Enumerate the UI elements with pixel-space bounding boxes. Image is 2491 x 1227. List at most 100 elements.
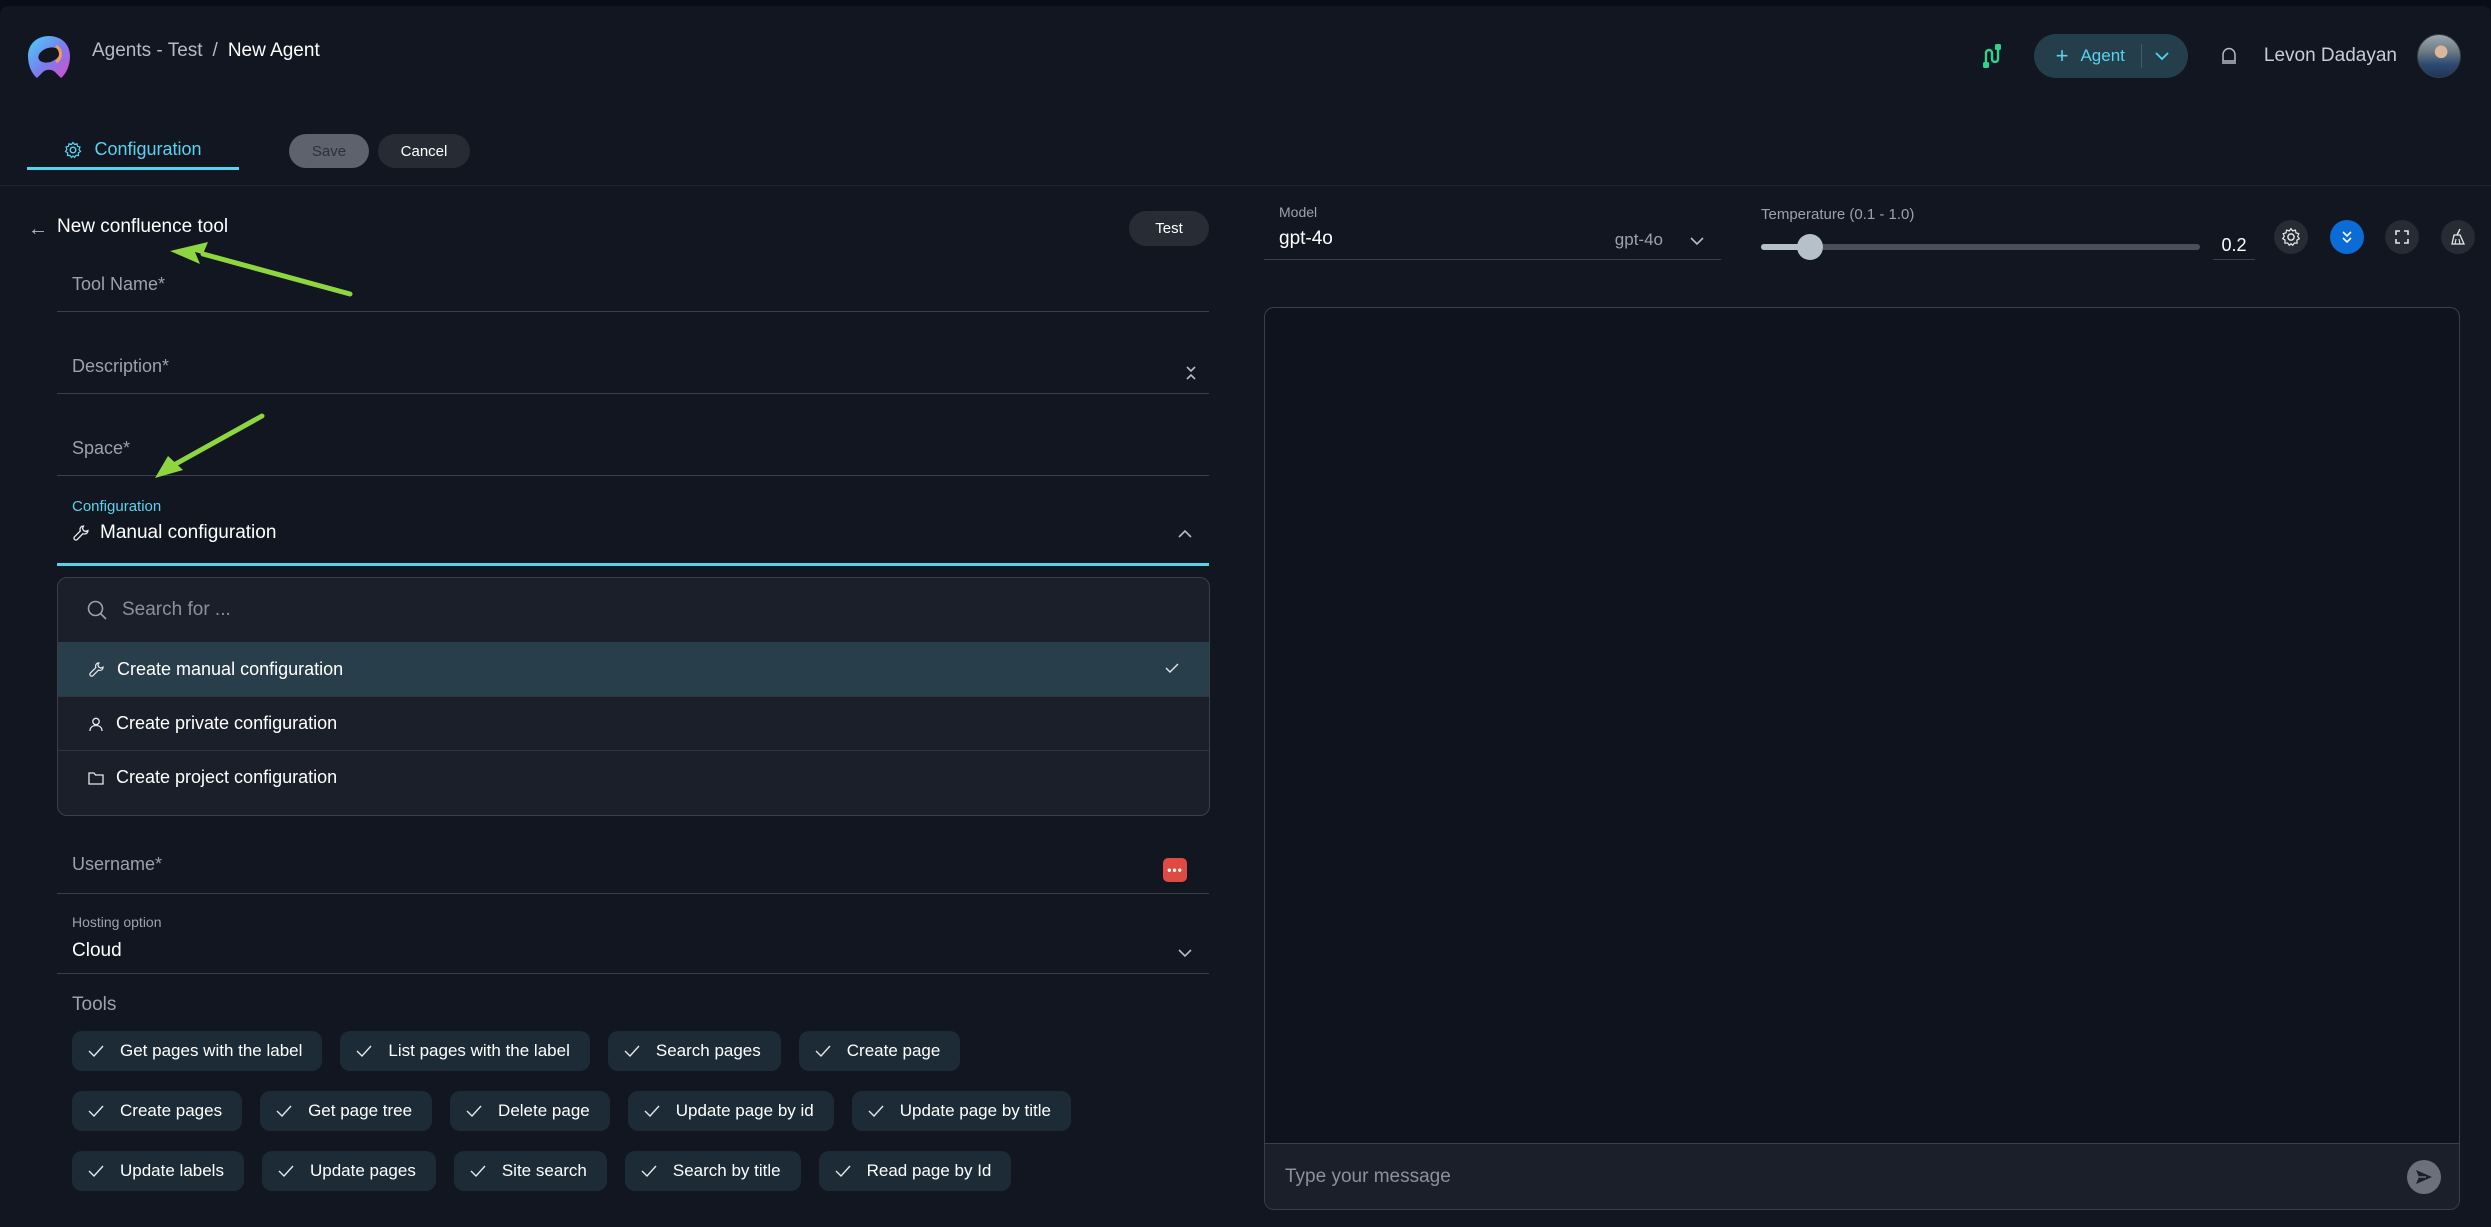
fullscreen-icon	[2395, 230, 2409, 244]
dropdown-search-placeholder: Search for ...	[122, 599, 231, 620]
tool-name-field[interactable]: Tool Name*	[57, 262, 1209, 312]
description-field[interactable]: Description*	[57, 342, 1209, 394]
temperature-value-input[interactable]: 0.2	[2213, 230, 2255, 260]
chat-messages-area	[1264, 307, 2460, 1210]
tool-chip-label: Search by title	[672, 1161, 781, 1180]
app-logo-icon[interactable]	[26, 34, 72, 80]
settings-button[interactable]	[2274, 220, 2308, 254]
save-button[interactable]: Save	[289, 134, 369, 168]
check-icon	[470, 1165, 486, 1178]
tool-chip-label: Update page by title	[899, 1101, 1051, 1120]
tool-chip[interactable]: Delete page	[450, 1091, 610, 1131]
dropdown-option-project[interactable]: Create project configuration	[58, 750, 1209, 804]
dropdown-option-manual[interactable]: Create manual configuration	[58, 642, 1209, 696]
chevron-down-icon[interactable]	[1177, 948, 1193, 958]
option-label: Create manual configuration	[117, 658, 344, 679]
broom-icon	[2451, 228, 2466, 245]
temperature-slider[interactable]	[1761, 234, 2200, 260]
user-avatar[interactable]	[2417, 34, 2461, 78]
check-icon	[88, 1045, 104, 1058]
tool-chip-label: Get pages with the label	[120, 1041, 303, 1060]
notifications-bell-icon[interactable]	[2218, 45, 2240, 67]
search-icon	[87, 600, 107, 620]
send-button[interactable]	[2407, 1160, 2441, 1194]
temperature-label: Temperature (0.1 - 1.0)	[1761, 206, 1915, 223]
split-divider	[2140, 44, 2142, 68]
configuration-select[interactable]: Configuration Manual configuration	[57, 492, 1209, 566]
message-composer	[1265, 1143, 2459, 1209]
check-icon	[644, 1105, 660, 1118]
dropdown-search[interactable]: Search for ...	[58, 578, 1209, 642]
breadcrumb-separator: /	[212, 40, 218, 61]
gear-icon	[2281, 227, 2301, 247]
model-option: gpt-4o	[1614, 230, 1663, 249]
check-icon	[868, 1105, 884, 1118]
tool-chip[interactable]: Site search	[453, 1151, 607, 1191]
plus-icon: +	[2055, 43, 2069, 68]
chevron-down-icon[interactable]	[2154, 51, 2170, 61]
cancel-button[interactable]: Cancel	[378, 134, 470, 168]
check-icon	[835, 1165, 851, 1178]
chevrons-down-icon	[2342, 231, 2352, 244]
password-manager-icon[interactable]: •••	[1163, 858, 1187, 882]
tool-chip[interactable]: Update page by title	[851, 1091, 1071, 1131]
user-icon	[89, 717, 103, 731]
tab-bar: Configuration Save Cancel	[0, 102, 2491, 186]
message-input[interactable]	[1285, 1165, 2385, 1188]
clear-chat-button[interactable]	[2441, 220, 2475, 254]
description-label: Description*	[72, 356, 170, 376]
tool-chip-label: Update labels	[120, 1161, 224, 1180]
integrations-plug-icon[interactable]	[1980, 43, 2006, 69]
tool-chip[interactable]: Get page tree	[260, 1091, 433, 1131]
tool-chip[interactable]: Update page by id	[627, 1091, 834, 1131]
tool-chip[interactable]: Update pages	[261, 1151, 436, 1191]
breadcrumb-parent-link[interactable]: Agents - Test	[92, 40, 203, 62]
model-select[interactable]: Model gpt-4o gpt-4o	[1264, 202, 1721, 260]
check-icon	[1165, 663, 1179, 673]
tool-chip[interactable]: Search by title	[624, 1151, 801, 1191]
scroll-to-bottom-button[interactable]	[2330, 220, 2364, 254]
check-icon	[356, 1045, 372, 1058]
tab-configuration[interactable]: Configuration	[27, 132, 239, 170]
hosting-option-value: Cloud	[72, 940, 122, 961]
dropdown-option-private[interactable]: Create private configuration	[58, 696, 1209, 750]
tools-chip-row: Get pages with the label List pages with …	[72, 1031, 1212, 1071]
space-label: Space*	[72, 438, 131, 458]
tool-chip[interactable]: Search pages	[607, 1031, 781, 1071]
tools-chip-row: Update labels Update pages Site search Sear…	[72, 1151, 1212, 1191]
tool-chip[interactable]: Update labels	[72, 1151, 244, 1191]
option-label: Create project configuration	[116, 767, 338, 787]
configuration-value-text: Manual configuration	[100, 522, 277, 543]
tool-chip-label: List pages with the label	[388, 1041, 570, 1060]
tools-chip-list: Get pages with the label List pages with …	[72, 1031, 1212, 1211]
tool-chip[interactable]: Create page	[798, 1031, 961, 1071]
username-field[interactable]: Username* •••	[57, 838, 1209, 894]
test-button[interactable]: Test	[1129, 211, 1209, 246]
model-label: Model	[1279, 204, 1318, 220]
header-actions: + Agent Levon Dadayan	[1980, 31, 2461, 81]
tool-chip[interactable]: List pages with the label	[340, 1031, 590, 1071]
check-icon	[466, 1105, 482, 1118]
check-icon	[276, 1105, 292, 1118]
temperature-slider-thumb[interactable]	[1796, 234, 1823, 260]
breadcrumb: Agents - Test / New Agent	[92, 40, 320, 62]
chevron-down-icon[interactable]	[1689, 236, 1705, 246]
add-agent-button[interactable]: + Agent	[2033, 34, 2188, 78]
back-arrow-icon[interactable]: ←	[28, 218, 48, 241]
user-name[interactable]: Levon Dadayan	[2264, 45, 2397, 67]
wrench-icon	[73, 525, 89, 541]
tool-chip-label: Search pages	[655, 1041, 761, 1060]
tool-chip[interactable]: Read page by Id	[818, 1151, 1012, 1191]
app-window: Agents - Test / New Agent + Agent Levon …	[0, 6, 2491, 1227]
tool-chip[interactable]: Get pages with the label	[72, 1031, 323, 1071]
hosting-option-select[interactable]: Hosting option Cloud	[57, 906, 1209, 974]
tool-chip[interactable]: Create pages	[72, 1091, 243, 1131]
space-field[interactable]: Space*	[57, 426, 1209, 476]
tool-chip-label: Update page by id	[675, 1101, 814, 1120]
chevron-up-icon[interactable]	[1177, 528, 1193, 540]
check-icon	[278, 1165, 294, 1178]
send-icon	[2416, 1170, 2432, 1184]
fullscreen-button[interactable]	[2385, 220, 2419, 254]
tools-label: Tools	[72, 994, 117, 1015]
expand-collapse-icon[interactable]	[1185, 364, 1197, 382]
